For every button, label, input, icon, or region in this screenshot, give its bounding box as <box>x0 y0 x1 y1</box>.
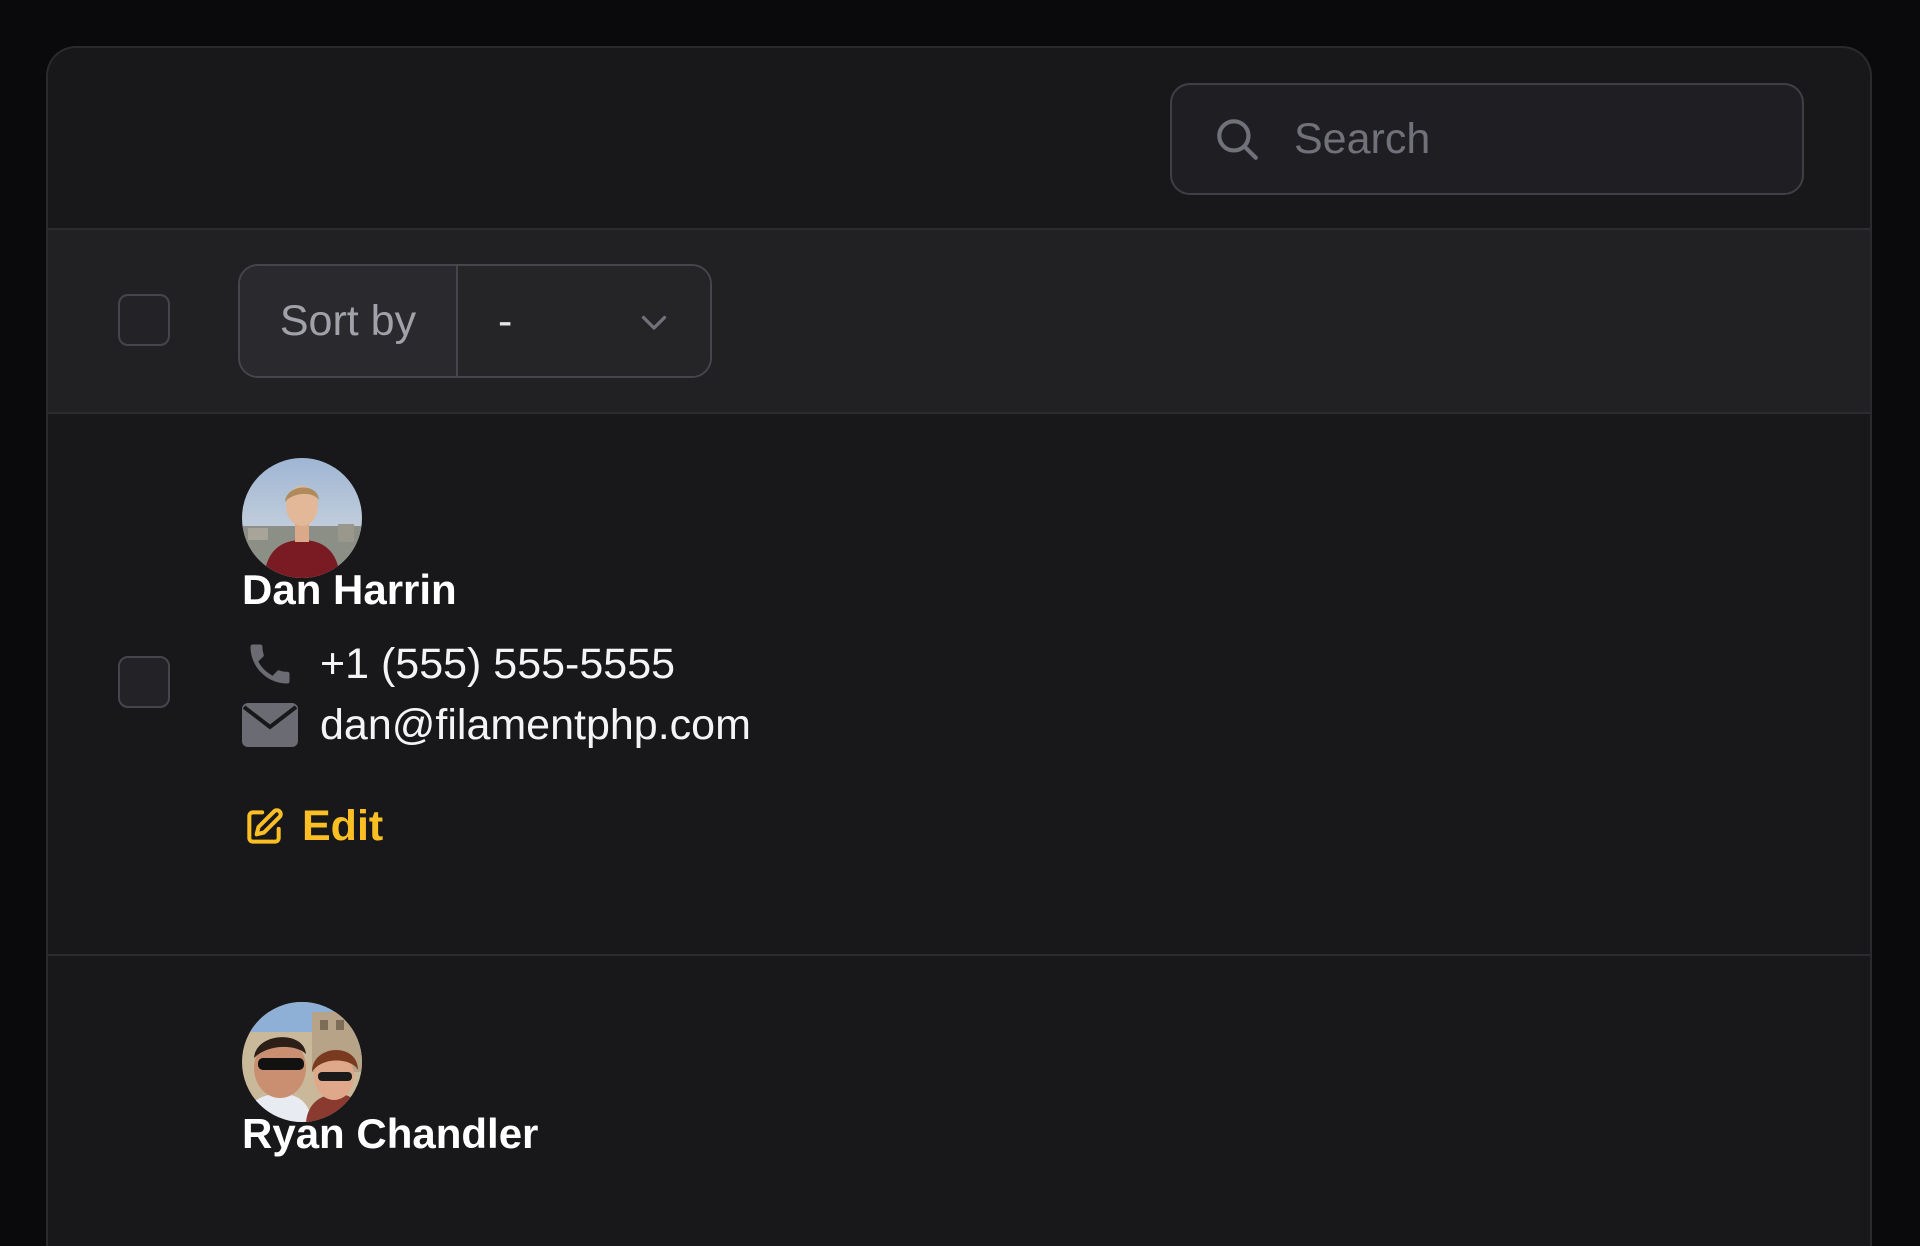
row-checkbox[interactable] <box>118 656 170 708</box>
record-name: Dan Harrin <box>242 566 457 613</box>
edit-button[interactable]: Edit <box>242 802 383 851</box>
table-header-bar: Sort by - <box>48 230 1870 414</box>
search-icon <box>1210 112 1264 166</box>
email-line: dan@filamentphp.com <box>242 697 751 753</box>
phone-line: +1 (555) 555-5555 <box>242 636 675 692</box>
table-row: Dan Harrin +1 (555) 555-5555 dan@filamen… <box>48 414 1870 956</box>
sort-selected-value: - <box>498 296 513 345</box>
sort-select[interactable]: - <box>458 266 710 376</box>
sort-control: Sort by - <box>238 264 712 378</box>
select-all-checkbox[interactable] <box>118 294 170 346</box>
avatar <box>242 1002 362 1122</box>
search-box[interactable] <box>1170 83 1804 195</box>
phone-number: +1 (555) 555-5555 <box>320 639 676 688</box>
email-address: dan@filamentphp.com <box>320 700 751 749</box>
phone-icon <box>242 636 298 692</box>
sort-by-label: Sort by <box>240 266 458 376</box>
edit-label: Edit <box>302 802 384 850</box>
table-toolbar <box>48 48 1870 230</box>
avatar <box>242 458 362 578</box>
chevron-down-icon <box>636 304 672 345</box>
table-row: Ryan Chandler <box>48 956 1870 1246</box>
pencil-square-icon <box>242 805 286 849</box>
record-name: Ryan Chandler <box>242 1110 539 1157</box>
table-panel: Sort by - <box>46 46 1872 1246</box>
search-input[interactable] <box>1292 113 1756 165</box>
envelope-icon <box>242 697 298 753</box>
